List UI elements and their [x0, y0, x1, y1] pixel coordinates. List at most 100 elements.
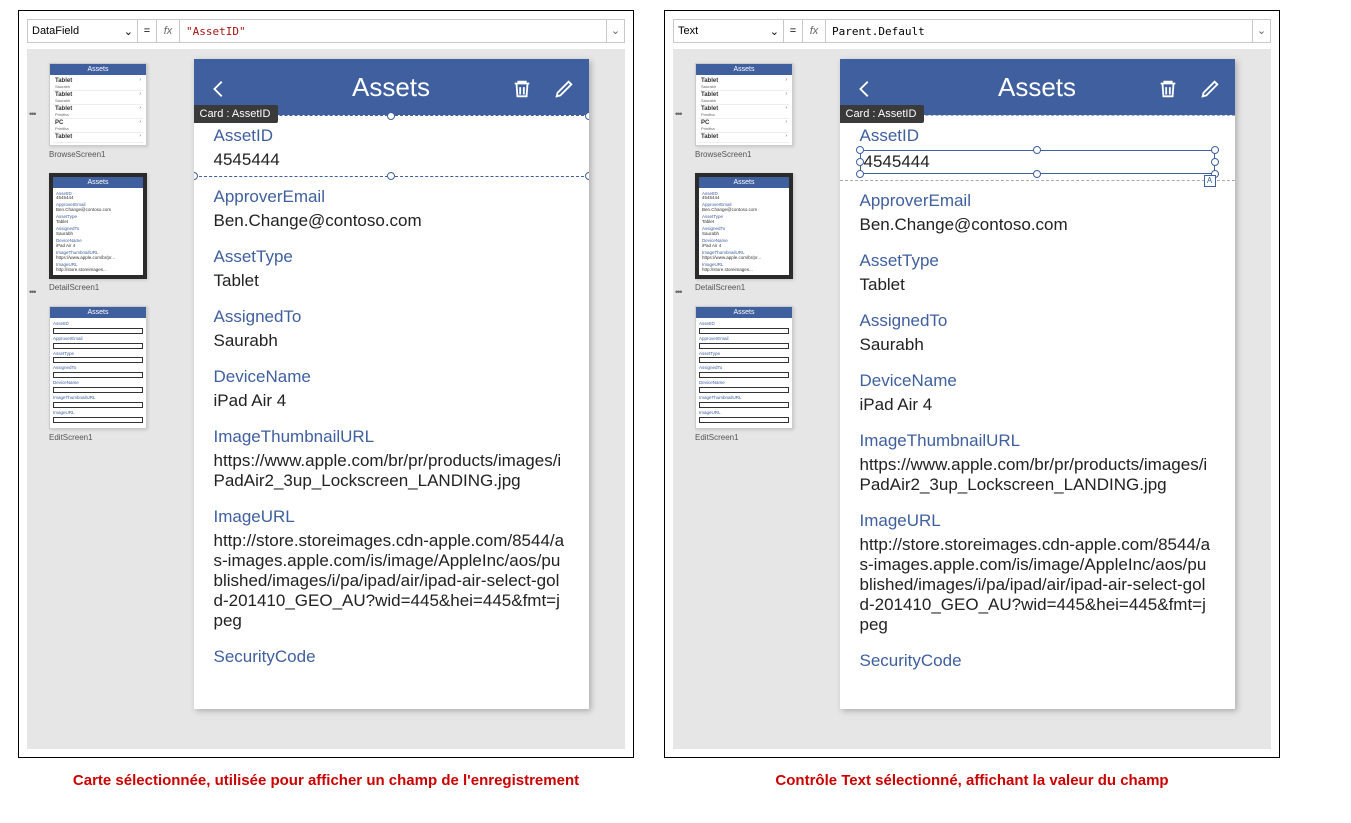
- right-editor-panel: Text ⌄ = fx Parent.Default ⌄ ••• Assets …: [664, 10, 1280, 758]
- field-value: iPad Air 4: [860, 395, 1215, 415]
- canvas[interactable]: Card : AssetID Assets: [803, 49, 1271, 749]
- thumb-title: Assets: [696, 64, 792, 75]
- field-label: AssetType: [860, 251, 1215, 271]
- card-imageurl[interactable]: ImageURL http://store.storeimages.cdn-ap…: [840, 501, 1235, 641]
- field-label: AssetType: [214, 247, 569, 267]
- field-label: ImageThumbnailURL: [214, 427, 569, 447]
- card-approveremail[interactable]: ApproverEmail Ben.Change@contoso.com: [194, 177, 589, 237]
- field-label: SecurityCode: [860, 651, 1215, 671]
- field-label: DeviceName: [214, 367, 569, 387]
- card-securitycode[interactable]: SecurityCode: [194, 637, 589, 677]
- formula-text: Parent.Default: [832, 25, 925, 38]
- thumb-title: Assets: [50, 307, 146, 318]
- equals-label: =: [138, 25, 156, 37]
- formula-expand-icon[interactable]: ⌄: [606, 20, 624, 42]
- edit-screen-label: EditScreen1: [695, 433, 799, 442]
- card-assignedto[interactable]: AssignedTo Saurabh: [194, 297, 589, 357]
- card-assetid[interactable]: AssetID 4545444 A: [840, 115, 1235, 181]
- trash-icon[interactable]: [511, 76, 533, 98]
- field-label: AssignedTo: [214, 307, 569, 327]
- field-value: http://store.storeimages.cdn-apple.com/8…: [860, 535, 1215, 635]
- card-assetid[interactable]: AssetID 4545444: [194, 115, 589, 177]
- selection-tag[interactable]: Card : AssetID: [194, 105, 279, 123]
- field-value: Saurabh: [860, 335, 1215, 355]
- card-approveremail[interactable]: ApproverEmail Ben.Change@contoso.com: [840, 181, 1235, 241]
- field-label: ApproverEmail: [214, 187, 569, 207]
- field-label: ImageURL: [214, 507, 569, 527]
- field-value: Ben.Change@contoso.com: [214, 211, 569, 231]
- browse-screen-thumb[interactable]: Assets TabletSaurabh› TabletSaurabh› Tab…: [695, 63, 793, 146]
- field-value: Tablet: [860, 275, 1215, 295]
- field-label: AssignedTo: [860, 311, 1215, 331]
- card-assignedto[interactable]: AssignedTo Saurabh: [840, 301, 1235, 361]
- field-label: SecurityCode: [214, 647, 569, 667]
- left-caption: Carte sélectionnée, utilisée pour affich…: [73, 772, 579, 789]
- thumb-title: Assets: [696, 307, 792, 318]
- property-label: DataField: [32, 25, 79, 37]
- card-devicename[interactable]: DeviceName iPad Air 4: [840, 361, 1235, 421]
- field-label: AssetID: [860, 126, 1215, 146]
- left-editor-panel: DataField ⌄ = fx "AssetID" ⌄ ••• Assets …: [18, 10, 634, 758]
- card-devicename[interactable]: DeviceName iPad Air 4: [194, 357, 589, 417]
- field-value: 4545444: [864, 152, 930, 171]
- screen-thumbnails: ••• Assets TabletSaurabh› TabletSaurabh›…: [27, 49, 157, 749]
- card-securitycode[interactable]: SecurityCode: [840, 641, 1235, 681]
- pencil-icon[interactable]: [553, 76, 575, 98]
- formula-expand-icon[interactable]: ⌄: [1252, 20, 1270, 42]
- field-label: ImageThumbnailURL: [860, 431, 1215, 451]
- card-imageurl[interactable]: ImageURL http://store.storeimages.cdn-ap…: [194, 497, 589, 637]
- card-assettype[interactable]: AssetType Tablet: [840, 241, 1235, 301]
- back-icon[interactable]: [208, 76, 230, 98]
- equals-label: =: [784, 25, 802, 37]
- thumb-title: Assets: [50, 64, 146, 75]
- ellipsis-icon[interactable]: •••: [675, 109, 681, 119]
- field-value[interactable]: 4545444: [214, 150, 569, 170]
- formula-text: "AssetID": [186, 25, 246, 38]
- edit-screen-thumb[interactable]: Assets AssetID ApproverEmail AssetType A…: [695, 306, 793, 430]
- ellipsis-icon[interactable]: •••: [29, 287, 35, 297]
- screen-thumbnails: ••• Assets TabletSaurabh› TabletSaurabh›…: [673, 49, 803, 749]
- field-label: ImageURL: [860, 511, 1215, 531]
- canvas[interactable]: Card : AssetID Assets: [157, 49, 625, 749]
- field-value: https://www.apple.com/br/pr/products/ima…: [214, 451, 569, 491]
- browse-screen-label: BrowseScreen1: [49, 150, 153, 159]
- edit-screen-label: EditScreen1: [49, 433, 153, 442]
- trash-icon[interactable]: [1157, 76, 1179, 98]
- formula-bar: DataField ⌄ = fx "AssetID" ⌄: [27, 19, 625, 43]
- property-dropdown[interactable]: DataField ⌄: [28, 20, 138, 42]
- field-value: Tablet: [214, 271, 569, 291]
- formula-input[interactable]: "AssetID": [180, 20, 606, 42]
- formula-bar: Text ⌄ = fx Parent.Default ⌄: [673, 19, 1271, 43]
- pencil-icon[interactable]: [1199, 76, 1221, 98]
- field-label: ApproverEmail: [860, 191, 1215, 211]
- property-dropdown[interactable]: Text ⌄: [674, 20, 784, 42]
- text-badge-icon: A: [1204, 175, 1216, 187]
- field-value: Saurabh: [214, 331, 569, 351]
- fx-icon[interactable]: fx: [156, 20, 180, 42]
- ellipsis-icon[interactable]: •••: [29, 109, 35, 119]
- back-icon[interactable]: [854, 76, 876, 98]
- chevron-down-icon: ⌄: [124, 25, 133, 38]
- selection-tag[interactable]: Card : AssetID: [840, 105, 925, 123]
- detail-screen-label: DetailScreen1: [695, 283, 799, 292]
- browse-screen-label: BrowseScreen1: [695, 150, 799, 159]
- ellipsis-icon[interactable]: •••: [675, 287, 681, 297]
- detail-screen-label: DetailScreen1: [49, 283, 153, 292]
- formula-input[interactable]: Parent.Default: [826, 20, 1252, 42]
- field-label: DeviceName: [860, 371, 1215, 391]
- field-value: Ben.Change@contoso.com: [860, 215, 1215, 235]
- card-assettype[interactable]: AssetType Tablet: [194, 237, 589, 297]
- right-caption: Contrôle Text sélectionné, affichant la …: [775, 772, 1168, 789]
- edit-screen-thumb[interactable]: Assets AssetID ApproverEmail AssetType A…: [49, 306, 147, 430]
- property-label: Text: [678, 25, 698, 37]
- text-control-selected[interactable]: 4545444 A: [860, 150, 1215, 174]
- phone-preview: Card : AssetID Assets: [840, 59, 1235, 709]
- card-imagethumbnailurl[interactable]: ImageThumbnailURL https://www.apple.com/…: [840, 421, 1235, 501]
- card-imagethumbnailurl[interactable]: ImageThumbnailURL https://www.apple.com/…: [194, 417, 589, 497]
- browse-screen-thumb[interactable]: Assets TabletSaurabh› TabletSaurabh› Tab…: [49, 63, 147, 146]
- field-value: iPad Air 4: [214, 391, 569, 411]
- thumb-title: Assets: [699, 177, 789, 188]
- detail-screen-thumb[interactable]: Assets AssetID4545444 ApproverEmailBen.C…: [49, 173, 147, 279]
- detail-screen-thumb[interactable]: Assets AssetID4545444 ApproverEmailBen.C…: [695, 173, 793, 279]
- fx-icon[interactable]: fx: [802, 20, 826, 42]
